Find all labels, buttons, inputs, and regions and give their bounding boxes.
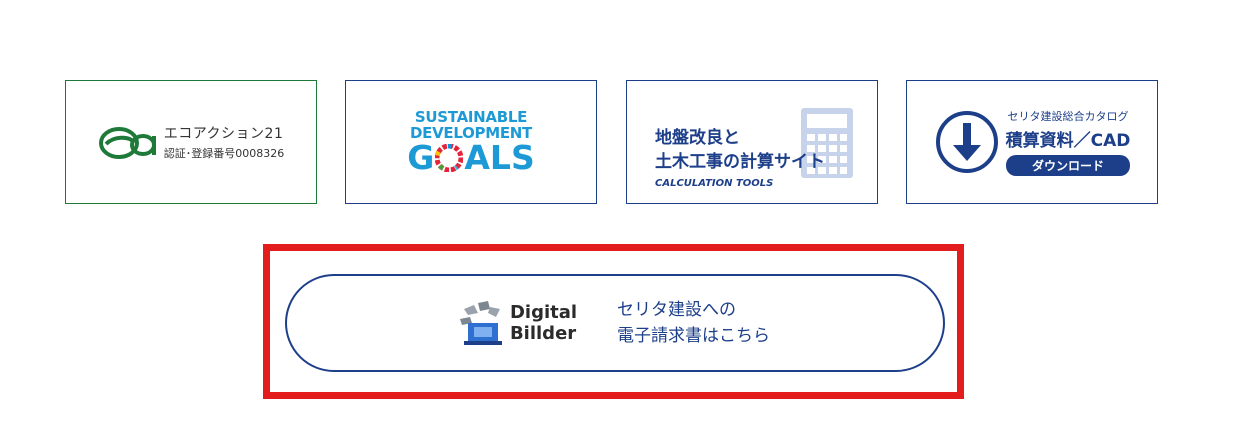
calc-title-line1: 地盤改良と — [655, 128, 740, 148]
sdgs-line1: SUSTAINABLE — [414, 108, 528, 126]
invoice-text-line1: セリタ建設への — [617, 300, 737, 320]
cad-download-label: ダウンロード — [1005, 155, 1130, 176]
sdgs-goals-rest: ALS — [464, 138, 535, 177]
calc-title-line2: 土木工事の計算サイト — [655, 152, 825, 172]
cad-download-banner[interactable]: セリタ建設総合カタログ 積算資料／CAD ダウンロード — [906, 80, 1158, 204]
digital-billder-line1: Digital — [509, 302, 578, 323]
electronic-invoice-button[interactable]: Digital Billder セリタ建設への 電子請求書はこちら — [285, 274, 945, 372]
sdgs-wheel-icon — [435, 144, 464, 172]
digital-billder-line2: Billder — [509, 323, 577, 344]
eco-action-title: エコアクション21 — [163, 126, 284, 142]
eco-action-registration: 認証･登録番号0008326 — [163, 147, 285, 160]
eco-action-banner[interactable]: エコアクション21 認証･登録番号0008326 — [65, 80, 317, 204]
digital-billder-logo: Digital Billder — [459, 301, 578, 345]
digital-billder-icon — [459, 301, 502, 345]
cad-catalog-label: セリタ建設総合カタログ — [1007, 110, 1129, 123]
cad-title: 積算資料／CAD — [1005, 131, 1131, 151]
sdgs-banner[interactable]: SUSTAINABLE DEVELOPMENT G ALS — [345, 80, 597, 204]
download-arrow-icon — [935, 111, 998, 173]
sdgs-goals-g: G — [407, 138, 435, 177]
invoice-text-line2: 電子請求書はこちら — [617, 326, 771, 346]
calc-subtitle: CALCULATION TOOLS — [655, 178, 774, 189]
eco-action-logo-icon — [98, 127, 156, 159]
sdgs-goals: G ALS — [407, 141, 534, 175]
calculation-tools-banner[interactable]: 地盤改良と 土木工事の計算サイト CALCULATION TOOLS — [626, 80, 878, 204]
